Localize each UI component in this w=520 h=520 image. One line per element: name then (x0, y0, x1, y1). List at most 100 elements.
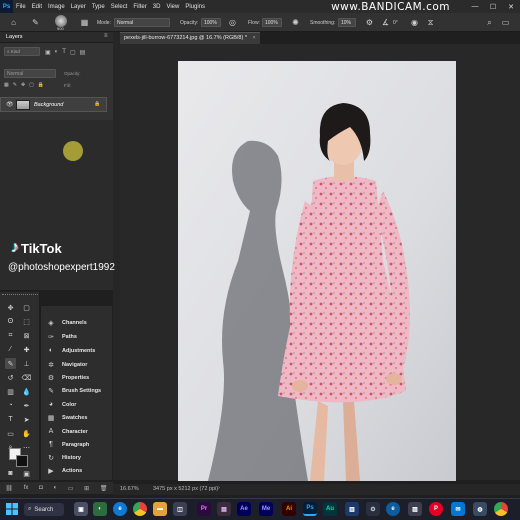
dodge-tool-icon[interactable]: ◔ (5, 400, 16, 411)
mail-icon[interactable]: ✉ (451, 502, 465, 516)
new-group-icon[interactable]: ▭ (68, 485, 74, 492)
menu-edit[interactable]: Edit (29, 4, 45, 10)
layer-filter-dropdown[interactable]: ⌕ Kind (4, 47, 40, 56)
menu-view[interactable]: View (163, 4, 182, 10)
panel-brush-settings[interactable]: ✎ Brush Settings (41, 384, 113, 397)
edge-icon[interactable]: e (113, 502, 127, 516)
filter-smart-icon[interactable]: ▤ (80, 49, 86, 56)
menu-type[interactable]: Type (89, 4, 108, 10)
brush-tool-icon[interactable]: ✎ (5, 358, 16, 369)
object-select-tool-icon[interactable]: ⬚ (21, 316, 32, 327)
filter-shape-icon[interactable]: ▢ (70, 49, 76, 56)
visibility-eye-icon[interactable]: 👁 (6, 101, 14, 108)
background-color-swatch[interactable] (16, 455, 28, 467)
frame-tool-icon[interactable]: ⊠ (21, 330, 32, 341)
filter-pixel-icon[interactable]: ▣ (45, 49, 51, 56)
artboard-tool-icon[interactable]: ▢ (21, 302, 32, 313)
workspace-icon[interactable]: ▭ (500, 17, 511, 28)
panel-swatches[interactable]: ▦ Swatches (41, 411, 113, 424)
media-encoder-icon[interactable]: Me (259, 502, 273, 516)
taskbar-app-icon[interactable]: ▨ (408, 502, 422, 516)
widgets-icon[interactable]: ◐ (93, 502, 107, 516)
menu-3d[interactable]: 3D (150, 4, 164, 10)
crop-tool-icon[interactable]: ⌗ (5, 330, 16, 341)
spot-healing-tool-icon[interactable]: ✚ (21, 344, 32, 355)
menu-filter[interactable]: Filter (130, 4, 149, 10)
menu-image[interactable]: Image (45, 4, 68, 10)
panel-history[interactable]: ↻ History (41, 451, 113, 464)
layer-blend-mode-dropdown[interactable]: Normal (4, 69, 56, 78)
menu-layer[interactable]: Layer (68, 4, 89, 10)
type-tool-icon[interactable]: T (5, 414, 16, 425)
delete-layer-icon[interactable]: 🗑 (100, 485, 108, 492)
filter-type-icon[interactable]: T (62, 49, 66, 56)
panel-paths[interactable]: ✑ Paths (41, 330, 113, 343)
panel-channels[interactable]: ◈ Channels (41, 316, 113, 329)
premiere-icon[interactable]: Pr (197, 502, 211, 516)
menu-plugins[interactable]: Plugins (182, 4, 208, 10)
mode-dropdown[interactable]: Normal (114, 18, 170, 27)
panel-properties[interactable]: ⚙ Properties (41, 371, 113, 384)
link-layers-icon[interactable]: ⛓ (5, 485, 13, 492)
new-adjustment-icon[interactable]: ◐ (53, 485, 57, 491)
lock-artboard-icon[interactable]: ▢ (29, 82, 34, 88)
lock-pixels-icon[interactable]: ✎ (13, 82, 17, 88)
path-selection-tool-icon[interactable]: ➤ (21, 414, 32, 425)
panel-character[interactable]: A Character (41, 425, 113, 438)
panel-navigator[interactable]: ✲ Navigator (41, 358, 113, 371)
move-tool-icon[interactable]: ✥ (5, 302, 16, 313)
layer-name[interactable]: Background (34, 102, 63, 108)
smoothing-settings-icon[interactable]: ⚙ (364, 17, 375, 28)
search-icon[interactable]: ⌕ (484, 17, 495, 28)
lasso-tool-icon[interactable]: ʘ (5, 316, 16, 327)
lock-transparent-icon[interactable]: ▦ (4, 82, 9, 88)
new-layer-icon[interactable]: ⊞ (84, 485, 89, 492)
layers-tab[interactable]: Layers (6, 34, 23, 40)
panel-adjustments[interactable]: ◐ Adjustments (41, 344, 113, 357)
smoothing-input[interactable]: 10% (338, 18, 356, 27)
symmetry-icon[interactable]: ⧖ (425, 17, 436, 28)
home-icon[interactable]: ⌂ (8, 17, 19, 28)
add-mask-icon[interactable]: ◘ (39, 485, 43, 491)
quick-mask-icon[interactable]: ◙ (5, 468, 16, 479)
fx-icon[interactable]: fx (24, 485, 29, 491)
rectangle-tool-icon[interactable]: ▭ (5, 428, 16, 439)
taskbar-search[interactable]: ⌕ Search (24, 503, 64, 516)
airbrush-icon[interactable]: ✺ (290, 17, 301, 28)
lock-position-icon[interactable]: ✥ (21, 82, 25, 88)
illustrator-icon[interactable]: Ai (282, 502, 296, 516)
close-tab-icon[interactable]: × (253, 35, 256, 41)
photoshop-taskbar-icon[interactable]: Ps (303, 502, 317, 516)
screen-mode-icon[interactable]: ▣ (21, 468, 32, 479)
audition-icon[interactable]: Au (323, 502, 337, 516)
pinterest-icon[interactable]: P (429, 502, 443, 516)
opacity-input[interactable]: 100% (201, 18, 221, 27)
folder-icon[interactable]: ▥ (345, 502, 359, 516)
canvas-image[interactable] (178, 61, 456, 481)
pen-tool-icon[interactable]: ✒ (21, 400, 32, 411)
windows-start-icon[interactable] (6, 503, 18, 515)
after-effects-icon[interactable]: Ae (237, 502, 251, 516)
file-icon[interactable]: ▤ (217, 502, 231, 516)
vpn-icon[interactable]: ◍ (473, 502, 487, 516)
clone-stamp-tool-icon[interactable]: ⊥ (21, 358, 32, 369)
close-window-button[interactable]: ✕ (502, 0, 520, 13)
flow-input[interactable]: 100% (262, 18, 282, 27)
blur-tool-icon[interactable]: 💧 (21, 386, 32, 397)
maximize-button[interactable]: ☐ (484, 0, 502, 13)
pressure-opacity-icon[interactable]: ◎ (227, 17, 238, 28)
menu-file[interactable]: File (13, 4, 29, 10)
chrome-icon-2[interactable] (494, 502, 508, 516)
eyedropper-tool-icon[interactable]: ⁄ (5, 344, 16, 355)
document-tab[interactable]: pexels-jill-burrow-6773214.jpg @ 16.7% (… (120, 32, 260, 44)
brush-panel-icon[interactable]: ▦ (79, 17, 90, 28)
layer-row-background[interactable]: 👁 Background 🔒 (0, 97, 107, 112)
store-icon[interactable]: ◫ (173, 502, 187, 516)
history-brush-tool-icon[interactable]: ↺ (5, 372, 16, 383)
file-explorer-icon[interactable]: ▬ (153, 502, 167, 516)
zoom-level[interactable]: 16.67% (120, 486, 139, 492)
hand-tool-icon[interactable]: ✋ (21, 428, 32, 439)
menu-select[interactable]: Select (108, 4, 131, 10)
gradient-tool-icon[interactable]: ▥ (5, 386, 16, 397)
eraser-tool-icon[interactable]: ⌫ (21, 372, 32, 383)
